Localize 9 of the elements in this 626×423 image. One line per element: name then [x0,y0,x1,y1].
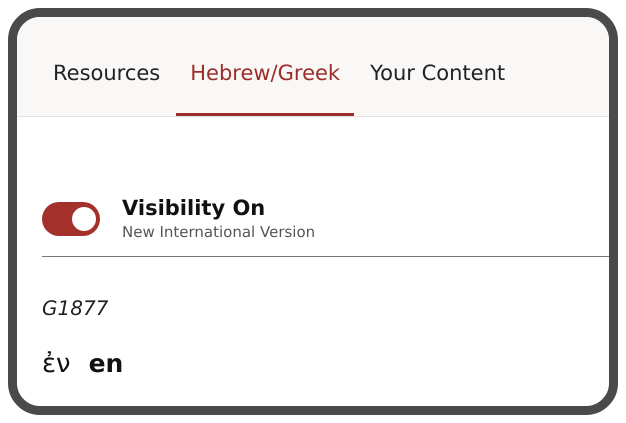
toggle-label: Visibility On [122,195,266,222]
strongs-number: G1877 [42,294,110,322]
tab[interactable]: Hebrew/Greek [176,17,354,116]
visibility-toggle[interactable] [42,202,100,236]
tab[interactable]: Resources [39,17,174,116]
transliteration: en [88,348,124,380]
tab[interactable]: Your Content [356,17,520,116]
version-name: New International Version [122,222,316,244]
greek-word: ἐν [42,348,71,381]
